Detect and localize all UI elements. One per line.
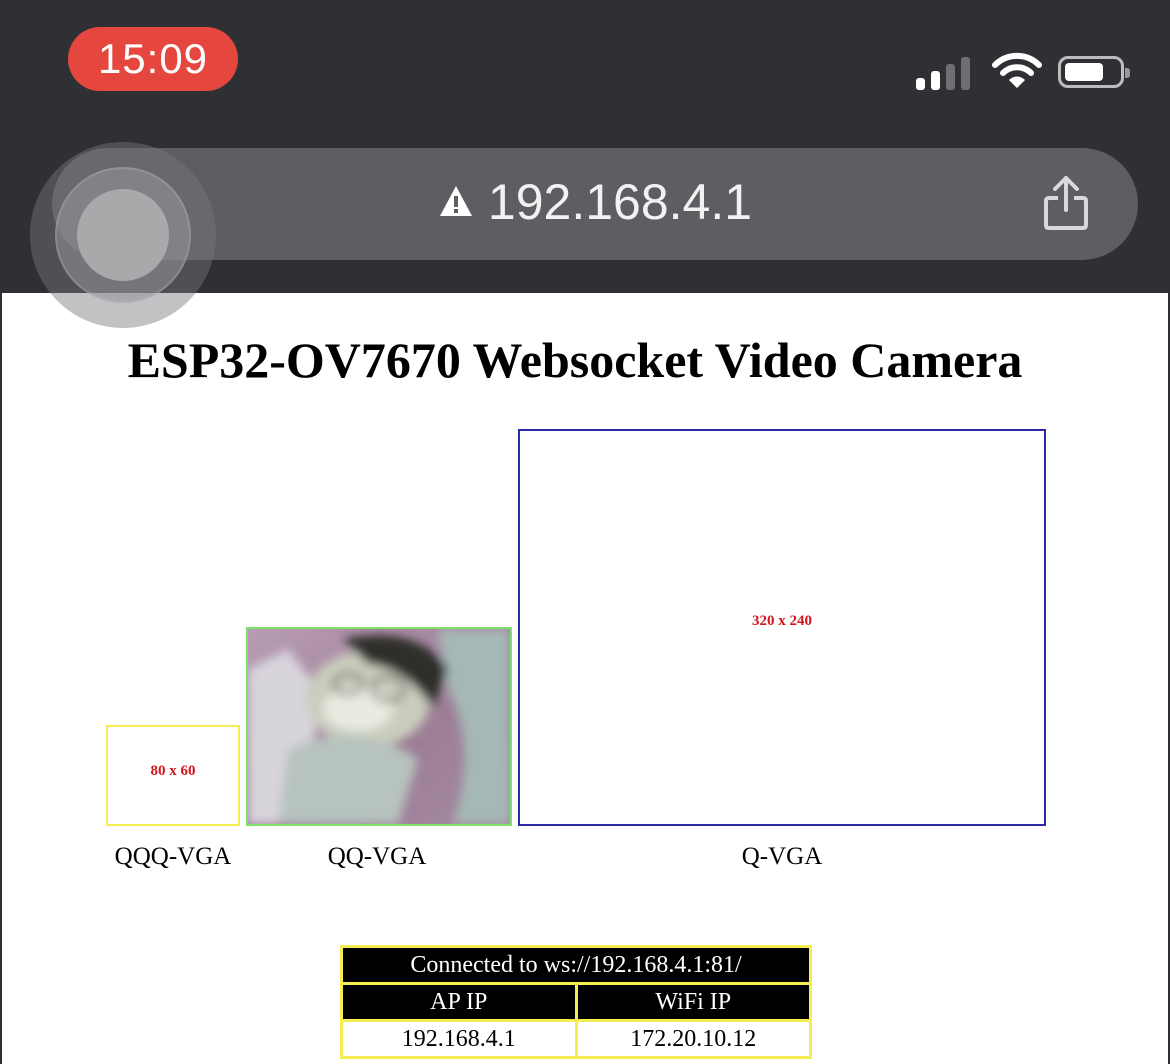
status-icons (916, 52, 1130, 92)
page-border (0, 293, 2, 1064)
resolution-label: 80 x 60 (150, 763, 196, 779)
qqq-vga-canvas: 80 x 60 (106, 725, 240, 826)
ap-ip-header: AP IP (340, 982, 578, 1022)
connection-info-table: Connected to ws://192.168.4.1:81/ AP IP … (340, 945, 812, 1059)
assistive-touch-core (77, 189, 169, 281)
ap-ip-value: 192.168.4.1 (340, 1019, 578, 1059)
camera-label-qq-vga: QQ-VGA (327, 843, 427, 870)
camera-frame-image (248, 629, 510, 824)
url-text: 192.168.4.1 (487, 174, 753, 230)
share-icon[interactable] (1042, 174, 1090, 232)
warning-icon (439, 185, 472, 216)
signal-icon (916, 54, 970, 90)
resolution-label: 320 x 240 (752, 613, 812, 629)
wifi-ip-header: WiFi IP (574, 982, 812, 1022)
page-title: ESP32-OV7670 Websocket Video Camera (127, 332, 1023, 388)
wifi-ip-value: 172.20.10.12 (574, 1019, 812, 1059)
q-vga-canvas: 320 x 240 (518, 429, 1046, 826)
status-time[interactable]: 15:09 (68, 27, 238, 91)
qq-vga-canvas (246, 627, 512, 826)
camera-label-q-vga: Q-VGA (741, 843, 823, 870)
connection-status: Connected to ws://192.168.4.1:81/ (340, 945, 812, 985)
camera-label-qqq-vga: QQQ-VGA (114, 843, 232, 870)
battery-icon (1058, 56, 1130, 88)
wifi-icon (992, 52, 1042, 88)
